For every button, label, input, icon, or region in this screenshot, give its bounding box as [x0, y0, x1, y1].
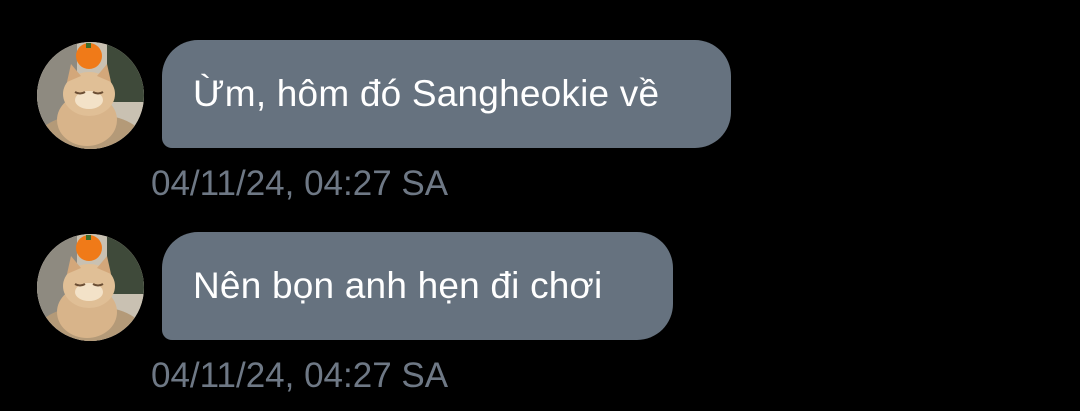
cat-avatar-icon	[37, 42, 144, 149]
sender-avatar[interactable]	[37, 42, 144, 149]
cat-avatar-icon	[37, 234, 144, 341]
message-timestamp: 04/11/24, 04:27 SA	[151, 356, 449, 395]
message-text: Nên bọn anh hẹn đi chơi	[193, 265, 603, 306]
sender-avatar[interactable]	[37, 234, 144, 341]
message-text: Ừm, hôm đó Sangheokie về	[193, 73, 660, 114]
message-bubble[interactable]: Nên bọn anh hẹn đi chơi	[162, 232, 673, 340]
message-timestamp: 04/11/24, 04:27 SA	[151, 164, 449, 203]
message-bubble[interactable]: Ừm, hôm đó Sangheokie về	[162, 40, 731, 148]
